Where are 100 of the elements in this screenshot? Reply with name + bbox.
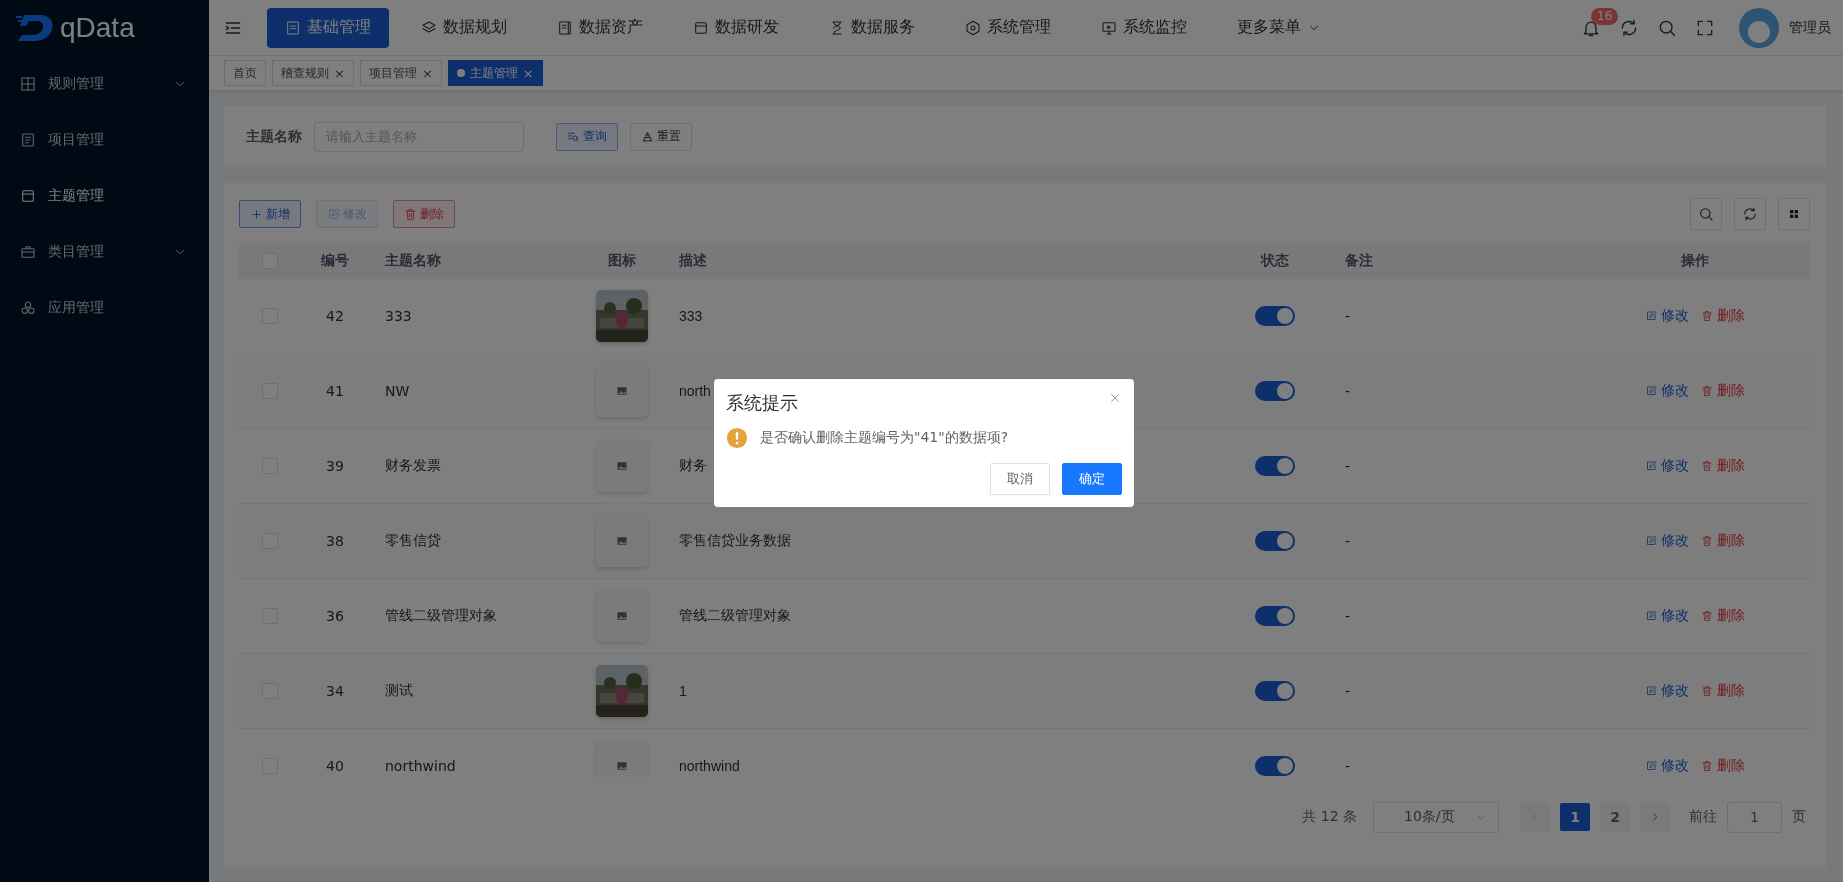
- menu-item[interactable]: 基础管理: [267, 7, 389, 48]
- menu-item[interactable]: 更多菜单: [1219, 7, 1339, 48]
- tab[interactable]: 稽查规则 ×: [272, 60, 354, 86]
- book-icon: [557, 19, 573, 36]
- edit-link[interactable]: 修改: [1645, 382, 1689, 400]
- table-cell-text: 34: [325, 683, 345, 699]
- confirm-button[interactable]: 确定: [1062, 463, 1122, 495]
- avatar[interactable]: [1739, 7, 1779, 48]
- edit-link[interactable]: 修改: [1645, 757, 1689, 775]
- sidebar-item[interactable]: 项目管理: [0, 112, 209, 168]
- table-cell-text: 财务发票: [384, 457, 442, 475]
- toggle-switch[interactable]: [1255, 681, 1295, 701]
- close-icon[interactable]: ×: [421, 65, 433, 81]
- close-icon[interactable]: [1108, 391, 1122, 405]
- close-icon[interactable]: ×: [334, 65, 345, 81]
- active-dot-icon: [456, 69, 465, 77]
- user-name[interactable]: 管理员: [1789, 18, 1831, 37]
- tab[interactable]: 项目管理 ×: [359, 60, 442, 86]
- notification-badge: 16: [1591, 7, 1619, 25]
- table-cell: 333: [679, 308, 703, 324]
- delete-link[interactable]: 删除: [1701, 457, 1745, 475]
- image-placeholder: [596, 740, 648, 777]
- table-cell-text: 零售信贷: [384, 532, 442, 550]
- table-cell-text: NW: [384, 383, 411, 399]
- column-header: 主题名称: [384, 252, 442, 270]
- sidebar-item[interactable]: 应用管理: [0, 280, 209, 336]
- table-cell-text: -: [1344, 758, 1352, 774]
- sidebar-item[interactable]: 规则管理: [0, 56, 209, 112]
- edit-link[interactable]: 修改: [1645, 457, 1689, 475]
- sidebar-item[interactable]: 类目管理: [0, 224, 209, 280]
- column-header: 备注: [1344, 252, 1374, 270]
- box-icon: [693, 19, 709, 36]
- edit-icon: [1645, 310, 1657, 322]
- circles-icon: [20, 300, 36, 316]
- form-icon: [285, 19, 301, 36]
- delete-link[interactable]: 删除: [1701, 682, 1745, 700]
- delete-link[interactable]: 删除: [1701, 757, 1745, 775]
- table-cell-text: -: [1344, 533, 1352, 549]
- refresh-icon[interactable]: [1619, 17, 1639, 38]
- document-icon: [20, 132, 36, 148]
- image-placeholder: [596, 590, 648, 642]
- dialog-title: 系统提示: [726, 391, 798, 415]
- table-cell-text: -: [1344, 458, 1352, 474]
- trash-icon: [1701, 535, 1713, 547]
- box-icon: [20, 188, 36, 204]
- delete-link[interactable]: 删除: [1701, 307, 1745, 325]
- table-cell-text: 40: [325, 758, 345, 774]
- edit-link[interactable]: 修改: [1645, 532, 1689, 550]
- briefcase-icon: [20, 244, 36, 260]
- menu-item[interactable]: 系统管理: [947, 7, 1069, 48]
- add-button[interactable]: 新增: [239, 200, 301, 228]
- sidebar-item[interactable]: 主题管理: [0, 168, 209, 224]
- menu-item[interactable]: 系统监控: [1083, 7, 1205, 48]
- grid-icon: [20, 76, 36, 92]
- edit-link[interactable]: 修改: [1645, 682, 1689, 700]
- page-button[interactable]: 1: [1560, 803, 1590, 831]
- edit-icon: [1645, 610, 1657, 622]
- toggle-switch[interactable]: [1255, 306, 1295, 326]
- delete-link[interactable]: 删除: [1701, 532, 1745, 550]
- table-cell: 零售信贷业务数据: [679, 532, 791, 550]
- menu-item[interactable]: 数据规划: [403, 7, 525, 48]
- cancel-button[interactable]: 取消: [990, 463, 1050, 495]
- column-header: 编号: [320, 252, 350, 270]
- delete-link[interactable]: 删除: [1701, 382, 1745, 400]
- toggle-switch[interactable]: [1255, 381, 1295, 401]
- trash-icon: [1701, 385, 1713, 397]
- close-icon[interactable]: ×: [522, 65, 534, 81]
- image-placeholder: [596, 440, 648, 492]
- search-list-icon: [567, 130, 580, 143]
- delete-link[interactable]: 删除: [1701, 607, 1745, 625]
- tab[interactable]: 首页: [224, 60, 266, 86]
- menu-item[interactable]: 数据资产: [539, 7, 661, 48]
- toggle-switch[interactable]: [1255, 756, 1295, 776]
- total-count: 共 12 条: [1302, 808, 1357, 826]
- page-input[interactable]: 1: [1727, 801, 1782, 833]
- page-size-select[interactable]: 10条/页: [1373, 801, 1499, 833]
- menu-item[interactable]: 数据研发: [675, 7, 797, 48]
- menu-item[interactable]: 数据服务: [811, 7, 933, 48]
- trash-icon: [1701, 460, 1713, 472]
- toggle-switch[interactable]: [1255, 531, 1295, 551]
- table-cell: 1: [679, 683, 687, 699]
- column-header: 图标: [607, 252, 637, 270]
- trash-icon: [1701, 685, 1713, 697]
- tab[interactable]: 主题管理 ×: [447, 60, 543, 86]
- edit-link[interactable]: 修改: [1645, 607, 1689, 625]
- reset-button[interactable]: 重置: [630, 122, 692, 151]
- search-icon[interactable]: [1690, 198, 1722, 230]
- goto-label: 前往: [1689, 808, 1717, 826]
- edit-icon: [1645, 685, 1657, 697]
- trash-icon: [1701, 310, 1713, 322]
- delete-button[interactable]: 删除: [393, 200, 455, 228]
- grid-icon[interactable]: [1778, 198, 1810, 230]
- toggle-switch[interactable]: [1255, 456, 1295, 476]
- query-button[interactable]: 查询: [556, 122, 618, 151]
- toggle-switch[interactable]: [1255, 606, 1295, 626]
- page-button[interactable]: 2: [1600, 803, 1630, 831]
- edit-icon: [1645, 535, 1657, 547]
- hexagon-icon: [965, 19, 981, 36]
- edit-link[interactable]: 修改: [1645, 307, 1689, 325]
- refresh-icon[interactable]: [1734, 198, 1766, 230]
